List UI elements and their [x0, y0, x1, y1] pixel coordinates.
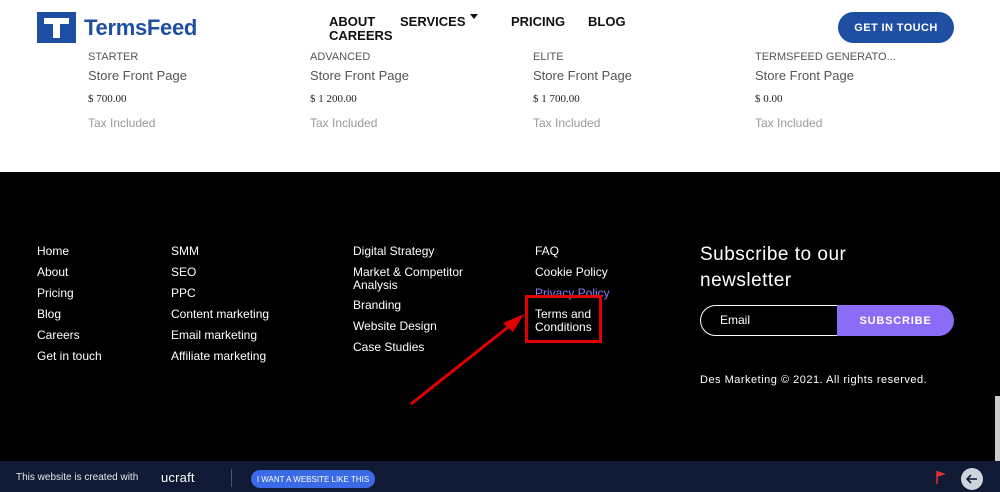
site-header: TermsFeed ABOUT CAREERS SERVICES PRICING…: [0, 0, 1000, 50]
plan-name: ADVANCED: [310, 51, 371, 63]
nav-blog[interactable]: BLOG: [588, 14, 626, 29]
plan-tax: Tax Included: [755, 116, 823, 130]
nav-about[interactable]: ABOUT: [329, 14, 375, 29]
plan-tax: Tax Included: [533, 116, 601, 130]
arrow-left-icon[interactable]: [961, 468, 983, 490]
plan-price: $ 1 700.00: [533, 93, 580, 105]
pricing-section: STARTER Store Front Page $ 700.00 Tax In…: [0, 50, 1000, 172]
ucraft-bar: This website is created with ucraft I WA…: [0, 461, 1000, 492]
email-field[interactable]: Email: [700, 305, 840, 336]
plan-card[interactable]: STARTER Store Front Page $ 700.00 Tax In…: [88, 50, 288, 130]
plan-tax: Tax Included: [88, 116, 156, 130]
plan-type: Store Front Page: [88, 68, 187, 83]
flag-icon[interactable]: [935, 470, 947, 484]
divider: [231, 469, 232, 487]
plan-card[interactable]: ELITE Store Front Page $ 1 700.00 Tax In…: [533, 50, 733, 130]
plan-name: ELITE: [533, 51, 564, 63]
nav-services-label: SERVICES: [400, 14, 466, 29]
plan-name: TERMSFEED GENERATO...: [755, 51, 896, 63]
plan-card[interactable]: ADVANCED Store Front Page $ 1 200.00 Tax…: [310, 50, 510, 130]
copyright-text: Des Marketing © 2021. All rights reserve…: [700, 374, 928, 386]
get-in-touch-button[interactable]: GET IN TOUCH: [838, 12, 954, 43]
plan-type: Store Front Page: [310, 68, 409, 83]
nav-services[interactable]: SERVICES: [400, 14, 478, 29]
nav-pricing[interactable]: PRICING: [511, 14, 565, 29]
plan-price: $ 0.00: [755, 93, 783, 105]
ucraft-logo[interactable]: ucraft: [161, 470, 195, 485]
plan-type: Store Front Page: [755, 68, 854, 83]
site-footer: Home About Pricing Blog Careers Get in t…: [0, 172, 1000, 461]
plan-tax: Tax Included: [310, 116, 378, 130]
plan-price: $ 700.00: [88, 93, 127, 105]
newsletter-title: Subscribe to our newsletter: [700, 244, 847, 291]
caret-down-icon: [469, 14, 478, 19]
plan-type: Store Front Page: [533, 68, 632, 83]
logo-text: TermsFeed: [84, 14, 198, 40]
plan-name: STARTER: [88, 51, 139, 63]
plan-price: $ 1 200.00: [310, 93, 357, 105]
logo-mark-icon: [37, 12, 76, 43]
want-website-button[interactable]: I WANT A WEBSITE LIKE THIS: [251, 470, 375, 488]
termsfeed-logo[interactable]: TermsFeed: [37, 12, 197, 43]
ucraft-bar-text: This website is created with: [16, 472, 139, 483]
nav-careers[interactable]: CAREERS: [329, 28, 393, 43]
subscribe-button[interactable]: SUBSCRIBE: [837, 305, 954, 336]
page-scrollbar[interactable]: [995, 396, 1000, 461]
plan-card[interactable]: TERMSFEED GENERATO... Store Front Page $…: [755, 50, 955, 130]
